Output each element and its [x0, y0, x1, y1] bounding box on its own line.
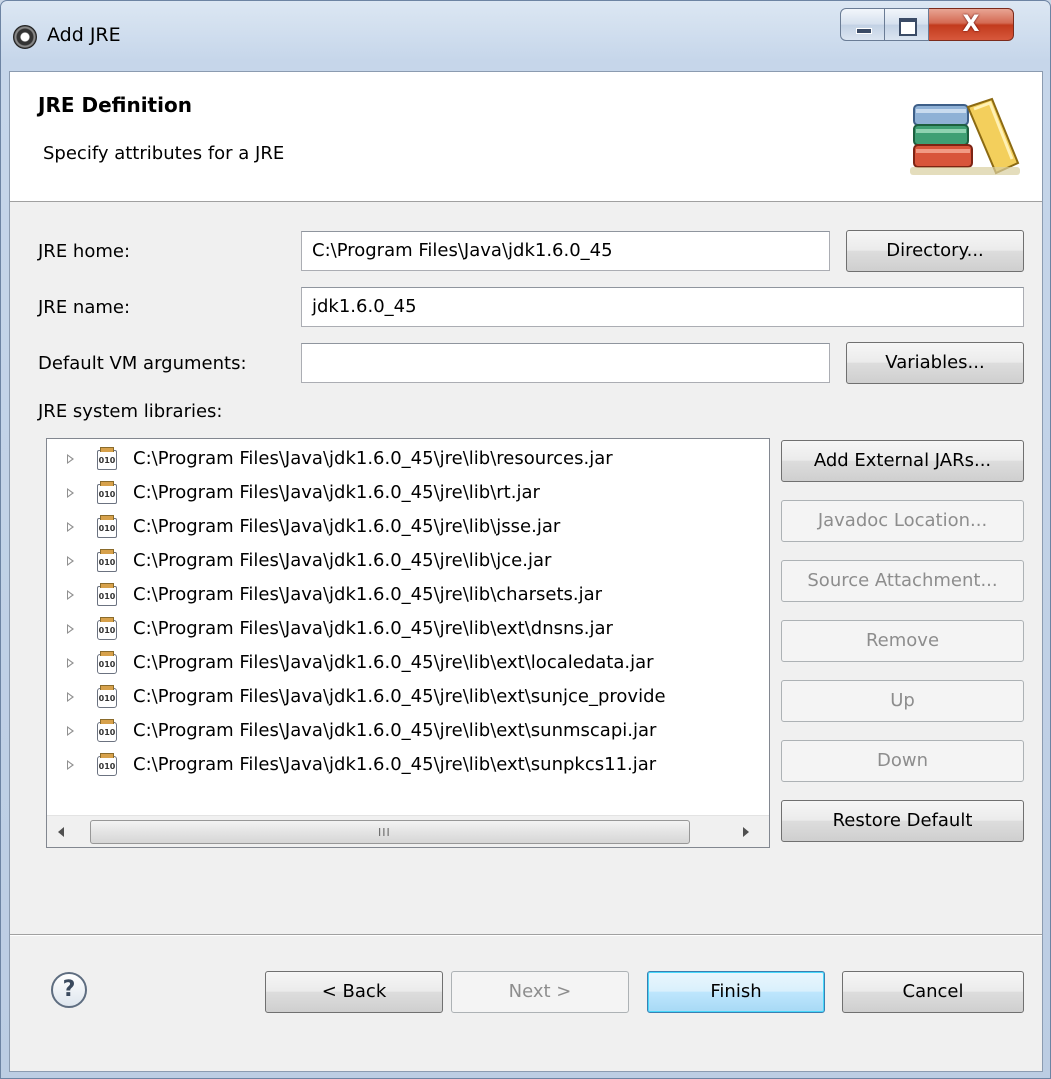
jre-home-field[interactable]: C:\Program Files\Java\jdk1.6.0_45 — [301, 231, 830, 271]
minimize-button[interactable] — [840, 8, 885, 41]
variables-button[interactable]: Variables... — [846, 342, 1024, 384]
page-description: Specify attributes for a JRE — [43, 143, 285, 164]
jar-icon: 010 — [97, 583, 117, 606]
jre-name-label: JRE name: — [38, 297, 131, 318]
library-row[interactable]: 010 C:\Program Files\Java\jdk1.6.0_45\jr… — [47, 578, 767, 612]
library-row[interactable]: 010 C:\Program Files\Java\jdk1.6.0_45\jr… — [47, 748, 767, 782]
jar-icon: 010 — [97, 549, 117, 572]
up-button[interactable]: Up — [781, 680, 1024, 722]
close-button[interactable]: X — [929, 8, 1014, 41]
library-path: C:\Program Files\Java\jdk1.6.0_45\jre\li… — [133, 516, 561, 537]
vm-arguments-label: Default VM arguments: — [38, 353, 247, 374]
expand-arrow-icon[interactable] — [67, 658, 74, 668]
source-attachment-button[interactable]: Source Attachment... — [781, 560, 1024, 602]
footer-separator — [10, 934, 1042, 936]
library-row[interactable]: 010 C:\Program Files\Java\jdk1.6.0_45\jr… — [47, 680, 767, 714]
expand-arrow-icon[interactable] — [67, 760, 74, 770]
jre-name-field[interactable]: jdk1.6.0_45 — [301, 287, 1024, 327]
jar-icon: 010 — [97, 481, 117, 504]
system-libraries-label: JRE system libraries: — [38, 401, 223, 422]
back-button[interactable]: < Back — [265, 971, 443, 1013]
scrollbar-grip: III — [378, 826, 391, 839]
cancel-button[interactable]: Cancel — [842, 971, 1024, 1013]
expand-arrow-icon[interactable] — [67, 556, 74, 566]
library-row[interactable]: 010 C:\Program Files\Java\jdk1.6.0_45\jr… — [47, 510, 767, 544]
window-title: Add JRE — [47, 24, 121, 46]
directory-button[interactable]: Directory... — [846, 230, 1024, 272]
title-area: JRE Definition Specify attributes for a … — [10, 72, 1042, 202]
jar-icon: 010 — [97, 515, 117, 538]
library-row[interactable]: 010 C:\Program Files\Java\jdk1.6.0_45\jr… — [47, 612, 767, 646]
library-path: C:\Program Files\Java\jdk1.6.0_45\jre\li… — [133, 618, 613, 639]
close-icon: X — [962, 12, 980, 37]
libraries-tree[interactable]: 010 C:\Program Files\Java\jdk1.6.0_45\jr… — [46, 438, 770, 848]
title-bar[interactable]: Add JRE X — [1, 1, 1050, 71]
library-path: C:\Program Files\Java\jdk1.6.0_45\jre\li… — [133, 652, 654, 673]
expand-arrow-icon[interactable] — [67, 590, 74, 600]
scroll-left-icon[interactable] — [58, 827, 64, 837]
expand-arrow-icon[interactable] — [67, 726, 74, 736]
horizontal-scrollbar[interactable]: III — [47, 815, 769, 847]
expand-arrow-icon[interactable] — [67, 488, 74, 498]
next-button[interactable]: Next > — [451, 971, 629, 1013]
external-jar-icon: 010 — [97, 719, 117, 742]
down-button[interactable]: Down — [781, 740, 1024, 782]
vm-arguments-field[interactable] — [301, 343, 830, 383]
external-jar-icon: 010 — [97, 651, 117, 674]
library-row[interactable]: 010 C:\Program Files\Java\jdk1.6.0_45\jr… — [47, 442, 767, 476]
dialog-client-area: JRE Definition Specify attributes for a … — [9, 71, 1043, 1072]
library-path: C:\Program Files\Java\jdk1.6.0_45\jre\li… — [133, 754, 657, 775]
library-row[interactable]: 010 C:\Program Files\Java\jdk1.6.0_45\jr… — [47, 544, 767, 578]
jre-home-label: JRE home: — [38, 241, 131, 262]
expand-arrow-icon[interactable] — [67, 454, 74, 464]
external-jar-icon: 010 — [97, 685, 117, 708]
expand-arrow-icon[interactable] — [67, 522, 74, 532]
library-path: C:\Program Files\Java\jdk1.6.0_45\jre\li… — [133, 686, 666, 707]
add-external-jars-button[interactable]: Add External JARs... — [781, 440, 1024, 482]
library-row[interactable]: 010 C:\Program Files\Java\jdk1.6.0_45\jr… — [47, 646, 767, 680]
library-path: C:\Program Files\Java\jdk1.6.0_45\jre\li… — [133, 720, 657, 741]
expand-arrow-icon[interactable] — [67, 624, 74, 634]
library-path: C:\Program Files\Java\jdk1.6.0_45\jre\li… — [133, 448, 613, 469]
library-path: C:\Program Files\Java\jdk1.6.0_45\jre\li… — [133, 482, 540, 503]
add-jre-dialog: Add JRE X JRE Definition Specify attribu… — [0, 0, 1051, 1079]
expand-arrow-icon[interactable] — [67, 692, 74, 702]
remove-button[interactable]: Remove — [781, 620, 1024, 662]
help-icon[interactable]: ? — [51, 972, 87, 1008]
external-jar-icon: 010 — [97, 753, 117, 776]
scrollbar-thumb[interactable]: III — [90, 820, 690, 844]
javadoc-location-button[interactable]: Javadoc Location... — [781, 500, 1024, 542]
library-path: C:\Program Files\Java\jdk1.6.0_45\jre\li… — [133, 584, 603, 605]
restore-default-button[interactable]: Restore Default — [781, 800, 1024, 842]
jar-icon: 010 — [97, 447, 117, 470]
maximize-button[interactable] — [885, 8, 929, 41]
eclipse-icon — [13, 25, 37, 49]
scroll-right-icon[interactable] — [743, 827, 749, 837]
library-row[interactable]: 010 C:\Program Files\Java\jdk1.6.0_45\jr… — [47, 476, 767, 510]
finish-button[interactable]: Finish — [647, 971, 825, 1013]
library-row[interactable]: 010 C:\Program Files\Java\jdk1.6.0_45\jr… — [47, 714, 767, 748]
page-title: JRE Definition — [38, 93, 192, 117]
library-path: C:\Program Files\Java\jdk1.6.0_45\jre\li… — [133, 550, 552, 571]
books-icon — [910, 97, 1020, 175]
external-jar-icon: 010 — [97, 617, 117, 640]
